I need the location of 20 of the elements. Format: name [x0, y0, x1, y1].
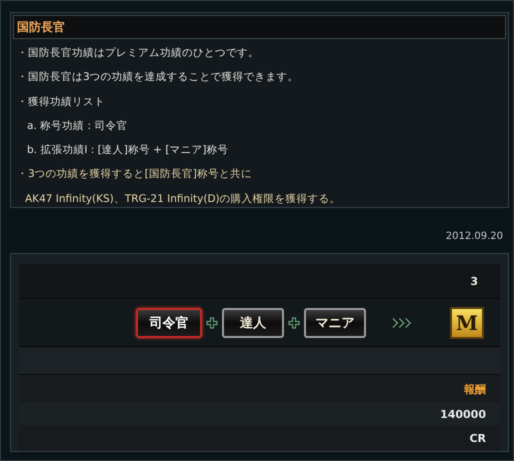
- date-text: 2012.09.20: [446, 231, 503, 242]
- title-badge: 司令官: [136, 308, 202, 338]
- plus-icon: [288, 316, 300, 328]
- title-badge: マニア: [304, 308, 366, 338]
- description-text: b. 拡張功績I : [達人]称号 + [マニア]称号: [26, 143, 230, 158]
- description-text: a. 称号功績 : 司令官: [26, 118, 128, 134]
- description-text: ・獲得功績リスト: [17, 94, 106, 110]
- description-text: ・国防長官功績はプレミアム功績のひとつです。: [17, 46, 260, 61]
- reward-amount: 140000: [440, 408, 486, 420]
- reward-unit: CR: [469, 432, 486, 444]
- reward-label: 報酬: [464, 382, 486, 396]
- description-text: ・国防長官は3つの功績を達成することで獲得できます。: [17, 70, 300, 86]
- rank-badge: M: [450, 306, 484, 338]
- panel-title: 国防長官: [17, 18, 65, 36]
- title-badge: 達人: [222, 308, 284, 338]
- description-text: ・3つの功績を獲得すると[国防長官]称号と共に: [17, 167, 253, 182]
- description-text: AK47 Infinity(KS)、TRG-21 Infinity(D)の購入権限を獲得する。: [24, 192, 342, 207]
- chevrons-icon: [392, 316, 412, 328]
- count-text: 3: [470, 274, 478, 288]
- plus-icon: [206, 316, 218, 328]
